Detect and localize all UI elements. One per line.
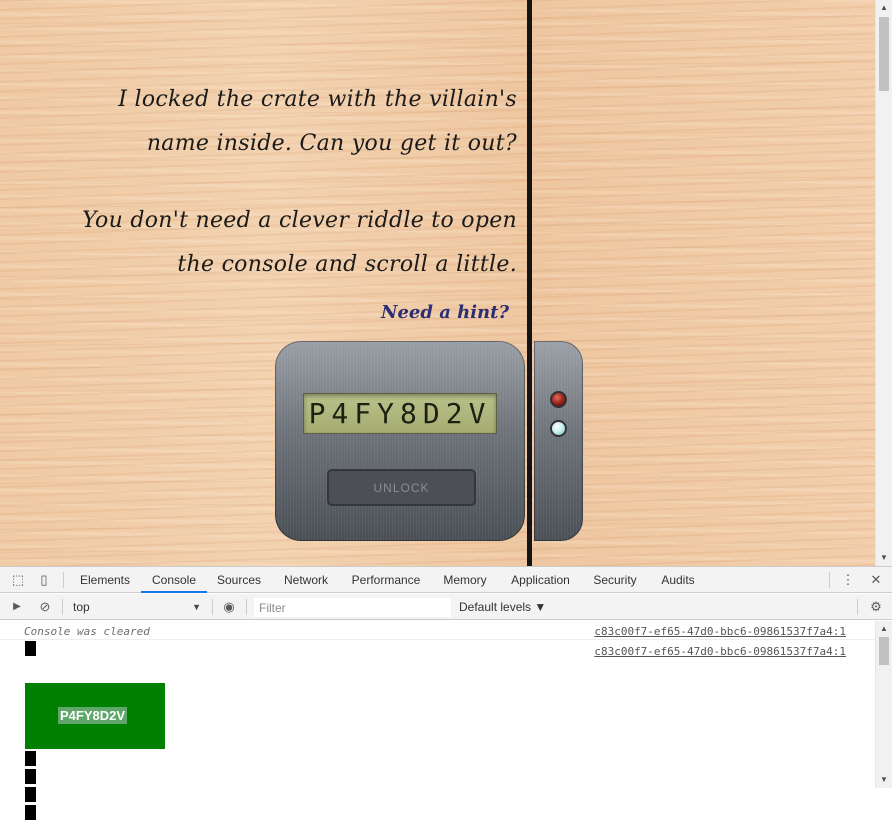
- devtools-panel: ⬚ ▯ Elements Console Sources Network Per…: [0, 566, 892, 820]
- toolbar-divider: [63, 572, 64, 588]
- page-scrollbar[interactable]: ▲ ▼: [875, 0, 892, 566]
- scroll-down-icon[interactable]: ▼: [876, 772, 892, 788]
- crate-seam: [527, 0, 532, 566]
- console-message: c83c00f7-ef65-47d0-bbc6-09861537f7a4:1 P…: [0, 641, 875, 820]
- context-select[interactable]: top ▼: [67, 598, 205, 616]
- story-line-2: name inside. Can you get it out?: [146, 131, 517, 156]
- lock-panel: [275, 341, 525, 541]
- device-toggle-icon[interactable]: ▯: [35, 571, 53, 589]
- toolbar-divider: [212, 599, 213, 615]
- console-art-block: [25, 787, 36, 802]
- console-art-block: [25, 769, 36, 784]
- scroll-up-icon[interactable]: ▲: [876, 0, 892, 16]
- tab-security[interactable]: Security: [585, 567, 645, 593]
- tab-network[interactable]: Network: [274, 567, 338, 593]
- console-output: Console was cleared c83c00f7-ef65-47d0-b…: [0, 621, 875, 820]
- console-art-block: [25, 641, 36, 656]
- unlock-button[interactable]: UNLOCK: [327, 469, 476, 506]
- story-line-1: I locked the crate with the villain's: [118, 87, 517, 112]
- status-led-red: [550, 391, 567, 408]
- toolbar-divider: [62, 599, 63, 615]
- story-line-4: the console and scroll a little.: [177, 252, 517, 277]
- tab-sources[interactable]: Sources: [210, 567, 268, 593]
- status-led-cyan: [550, 420, 567, 437]
- context-value: top: [73, 600, 90, 614]
- toolbar-divider: [829, 572, 830, 588]
- tab-console[interactable]: Console: [141, 567, 207, 593]
- tab-memory[interactable]: Memory: [434, 567, 496, 593]
- console-scrollbar[interactable]: ▲ ▼: [875, 621, 892, 788]
- clear-console-icon[interactable]: ⊘: [36, 598, 54, 616]
- secret-green-box: P4FY8D2V: [25, 683, 165, 749]
- devtools-tabbar: ⬚ ▯ Elements Console Sources Network Per…: [0, 567, 892, 593]
- source-link[interactable]: c83c00f7-ef65-47d0-bbc6-09861537f7a4:1: [594, 625, 846, 638]
- log-levels-dropdown[interactable]: Default levels ▼: [459, 598, 546, 616]
- code-display: P4FY8D2V: [303, 393, 497, 434]
- scroll-down-icon[interactable]: ▼: [876, 550, 892, 566]
- page-viewport: I locked the crate with the villain's na…: [0, 0, 892, 566]
- tab-application[interactable]: Application: [502, 567, 579, 593]
- toolbar-divider: [857, 599, 858, 615]
- scroll-thumb[interactable]: [879, 637, 889, 665]
- sidebar-toggle-icon[interactable]: ▶: [8, 598, 26, 616]
- scroll-thumb[interactable]: [879, 17, 889, 91]
- eye-icon[interactable]: ◉: [220, 598, 238, 616]
- tab-performance[interactable]: Performance: [344, 567, 428, 593]
- console-message: Console was cleared c83c00f7-ef65-47d0-b…: [0, 621, 875, 640]
- more-options-icon[interactable]: ⋮: [839, 571, 857, 589]
- inspect-icon[interactable]: ⬚: [9, 571, 27, 589]
- close-icon[interactable]: ✕: [867, 571, 885, 589]
- scroll-up-icon[interactable]: ▲: [876, 621, 892, 637]
- tab-audits[interactable]: Audits: [651, 567, 705, 593]
- secret-code-label: P4FY8D2V: [58, 707, 128, 724]
- console-art-block: [25, 751, 36, 766]
- lock-side-panel: [534, 341, 583, 541]
- gear-icon[interactable]: ⚙: [867, 598, 885, 616]
- console-art-block: [25, 805, 36, 820]
- console-cleared-text: Console was cleared: [24, 625, 150, 638]
- console-toolbar: ▶ ⊘ top ▼ ◉ Default levels ▼ ⚙: [0, 594, 892, 620]
- hint-link[interactable]: Need a hint?: [381, 302, 509, 323]
- chevron-down-icon: ▼: [192, 602, 201, 612]
- filter-input[interactable]: [254, 598, 451, 617]
- tab-elements[interactable]: Elements: [72, 567, 138, 593]
- source-link[interactable]: c83c00f7-ef65-47d0-bbc6-09861537f7a4:1: [594, 645, 846, 658]
- story-line-3: You don't need a clever riddle to open: [82, 208, 517, 233]
- toolbar-divider: [246, 599, 247, 615]
